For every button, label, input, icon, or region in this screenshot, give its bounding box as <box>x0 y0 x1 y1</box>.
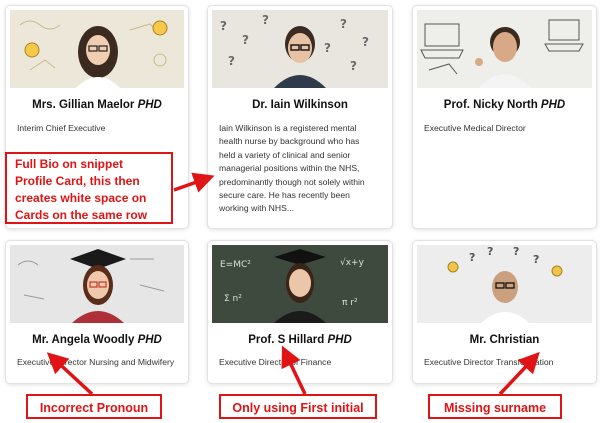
profile-card-hillard[interactable]: E=MC² √x+y Σ n² π r² Prof. S Hillard PHD E… <box>207 240 393 384</box>
card-name: Mr. Angela Woodly PHD <box>32 334 162 346</box>
svg-text:?: ? <box>469 251 475 264</box>
card-role: Executive Director of Finance <box>219 357 332 367</box>
callout-full-bio: Full Bio on snippet Profile Card, this t… <box>5 152 173 224</box>
card-role: Executive Director Transformation <box>424 357 554 367</box>
svg-text:?: ? <box>350 59 357 73</box>
card-role: Executive Medical Director <box>424 123 526 133</box>
card-bio: Iain Wilkinson is a registered mental he… <box>219 123 365 214</box>
callout-missing-surname: Missing surname <box>428 394 562 419</box>
svg-text:?: ? <box>487 245 493 258</box>
card-role: Interim Chief Executive <box>17 123 106 133</box>
profile-card-north[interactable]: Prof. Nicky North PHD Executive Medical … <box>412 5 597 229</box>
svg-text:E=MC²: E=MC² <box>220 260 251 270</box>
svg-text:?: ? <box>340 17 347 31</box>
svg-text:?: ? <box>513 245 519 258</box>
svg-text:?: ? <box>362 35 369 49</box>
profile-photo: ???? <box>417 245 592 323</box>
svg-text:?: ? <box>262 13 269 27</box>
svg-text:?: ? <box>220 19 227 33</box>
profile-photo: ??? ??? ?? <box>212 10 388 88</box>
card-name: Prof. Nicky North PHD <box>443 99 566 111</box>
profile-card-wilkinson[interactable]: ??? ??? ?? Dr. Iain Wilkinson Iain Wilki… <box>207 5 393 229</box>
profile-photo: E=MC² √x+y Σ n² π r² <box>212 245 388 323</box>
profile-card-woodly[interactable]: Mr. Angela Woodly PHD Executive Director… <box>5 240 189 384</box>
card-name: Mr. Christian <box>469 334 540 346</box>
card-role: Executive Director Nursing and Midwifery <box>17 357 175 367</box>
callout-first-initial: Only using First initial <box>219 394 377 419</box>
svg-text:√x+y: √x+y <box>340 257 365 268</box>
profile-photo <box>417 10 592 88</box>
profile-photo <box>10 10 184 88</box>
svg-text:?: ? <box>242 33 249 47</box>
svg-text:?: ? <box>228 54 235 68</box>
card-name: Dr. Iain Wilkinson <box>252 99 348 111</box>
svg-text:?: ? <box>324 41 331 55</box>
svg-text:Σ n²: Σ n² <box>224 294 242 304</box>
card-name: Mrs. Gillian Maelor PHD <box>32 99 162 111</box>
profile-card-christian[interactable]: ???? Mr. Christian Executive Director Tr… <box>412 240 597 384</box>
card-name: Prof. S Hillard PHD <box>248 334 352 346</box>
profile-photo <box>10 245 184 323</box>
svg-text:?: ? <box>533 253 539 266</box>
svg-text:π r²: π r² <box>342 298 358 308</box>
callout-incorrect-pronoun: Incorrect Pronoun <box>26 394 162 419</box>
